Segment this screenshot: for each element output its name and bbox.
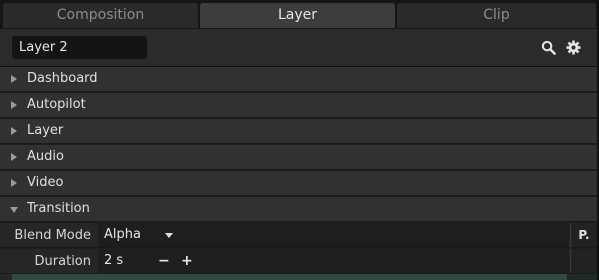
section-audio[interactable]: Audio [0, 145, 599, 170]
duration-value: 2 s [104, 253, 124, 268]
section-label: Layer [27, 123, 64, 138]
section-layer[interactable]: Layer [0, 119, 599, 144]
section-transition[interactable]: Transition [0, 197, 599, 222]
blend-mode-value: Alpha [104, 227, 141, 242]
decrement-button[interactable]: − [158, 249, 170, 273]
chevron-right-icon [11, 101, 17, 109]
duration-row: Duration 2 s − + [0, 249, 599, 274]
duration-side-cell [570, 249, 597, 273]
blend-mode-row: Blend Mode Alpha P. [0, 223, 599, 248]
section-label: Audio [27, 149, 64, 164]
tab-clip[interactable]: Clip [397, 3, 596, 28]
chevron-right-icon [11, 179, 17, 187]
blend-mode-label: Blend Mode [14, 228, 91, 243]
chevron-right-icon [11, 127, 17, 135]
section-label: Transition [27, 201, 90, 216]
gear-icon[interactable] [566, 40, 581, 55]
chevron-right-icon [11, 75, 17, 83]
section-video[interactable]: Video [0, 171, 599, 196]
progress-fill [12, 274, 567, 280]
section-label: Video [27, 175, 64, 190]
param-button[interactable]: P. [570, 223, 597, 247]
section-label: Autopilot [27, 97, 86, 112]
chevron-down-icon [10, 207, 18, 213]
section-dashboard[interactable]: Dashboard [0, 67, 599, 92]
section-autopilot[interactable]: Autopilot [0, 93, 599, 118]
layer-name-field[interactable]: Layer 2 [12, 36, 147, 59]
blend-mode-dropdown[interactable]: Alpha [98, 223, 569, 247]
tab-bar: Composition Layer Clip [0, 0, 599, 29]
duration-progress-strip [0, 274, 599, 280]
layer-header: Layer 2 [0, 29, 599, 67]
search-icon[interactable] [541, 40, 556, 55]
chevron-right-icon [11, 153, 17, 161]
duration-field[interactable]: 2 s − + [98, 249, 569, 273]
tab-composition[interactable]: Composition [3, 3, 198, 28]
chevron-down-icon [165, 233, 173, 238]
section-label: Dashboard [27, 71, 98, 86]
tab-layer[interactable]: Layer [200, 3, 395, 28]
increment-button[interactable]: + [181, 249, 193, 273]
duration-label: Duration [34, 254, 91, 269]
